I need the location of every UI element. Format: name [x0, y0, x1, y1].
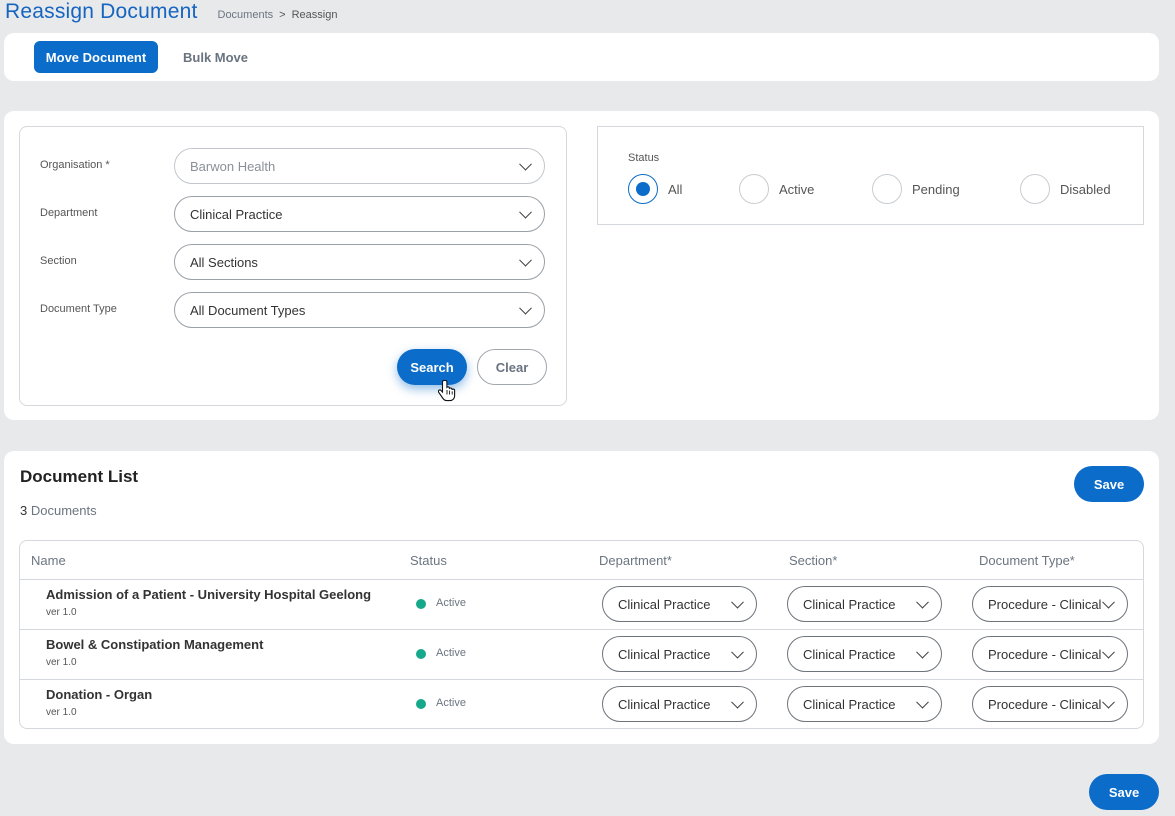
search-button[interactable]: Search: [397, 349, 467, 385]
hand-pointer-cursor-icon: [438, 379, 456, 402]
row-section-select[interactable]: Clinical Practice: [787, 686, 942, 722]
document-version: ver 1.0: [46, 707, 77, 718]
tab-move-document[interactable]: Move Document: [34, 41, 158, 73]
radio-button[interactable]: [1020, 174, 1050, 204]
status-option-label: Disabled: [1060, 181, 1111, 197]
filter-card: Organisation * Barwon Health Department …: [4, 111, 1159, 420]
column-header-department: Department*: [599, 553, 672, 568]
row-section-select[interactable]: Clinical Practice: [787, 636, 942, 672]
department-label: Department: [40, 207, 98, 219]
chevron-down-icon: [1102, 645, 1115, 659]
column-header-section: Section*: [789, 553, 838, 568]
page-header: Reassign Document Documents > Reassign: [5, 0, 337, 26]
table-row: Admission of a Patient - University Hosp…: [20, 579, 1143, 629]
row-section-value: Clinical Practice: [803, 596, 896, 612]
row-document-type-value: Procedure - Clinical: [988, 596, 1102, 612]
breadcrumb-current: Reassign: [291, 9, 338, 21]
radio-button[interactable]: [739, 174, 769, 204]
document-type-value: All Document Types: [190, 302, 306, 318]
status-dot-icon: [416, 649, 426, 659]
organisation-select[interactable]: Barwon Health: [174, 148, 545, 184]
row-document-type-select[interactable]: Procedure - Clinical: [972, 586, 1128, 622]
chevron-down-icon: [519, 253, 532, 267]
document-name: Bowel & Constipation Management: [46, 637, 264, 652]
document-version: ver 1.0: [46, 657, 77, 668]
table-row: Donation - Organ ver 1.0 Active Clinical…: [20, 679, 1143, 729]
breadcrumb-separator: >: [279, 9, 286, 21]
section-label: Section: [40, 255, 77, 267]
status-option-disabled[interactable]: Disabled: [1020, 174, 1111, 204]
column-header-name: Name: [31, 553, 66, 568]
table-row: Bowel & Constipation Management ver 1.0 …: [20, 629, 1143, 679]
row-department-value: Clinical Practice: [618, 696, 711, 712]
chevron-down-icon: [731, 645, 744, 659]
row-document-type-value: Procedure - Clinical: [988, 646, 1102, 662]
clear-button[interactable]: Clear: [477, 349, 547, 385]
row-department-select[interactable]: Clinical Practice: [602, 586, 757, 622]
document-list-card: Document List 3 Documents Save Name Stat…: [4, 451, 1159, 744]
save-button-top[interactable]: Save: [1074, 466, 1144, 502]
row-section-value: Clinical Practice: [803, 696, 896, 712]
row-department-select[interactable]: Clinical Practice: [602, 686, 757, 722]
document-count-suffix: Documents: [30, 503, 97, 518]
status-filter: Status All Active Pending Disabled: [597, 126, 1144, 225]
row-document-type-value: Procedure - Clinical: [988, 696, 1102, 712]
tab-bulk-move[interactable]: Bulk Move: [173, 41, 258, 73]
status-option-active[interactable]: Active: [739, 174, 814, 204]
breadcrumb-documents-link[interactable]: Documents: [218, 9, 274, 21]
chevron-down-icon: [916, 695, 929, 709]
chevron-down-icon: [916, 645, 929, 659]
section-value: All Sections: [190, 254, 258, 270]
column-header-status: Status: [410, 553, 447, 568]
department-value: Clinical Practice: [190, 206, 283, 222]
document-table: Name Status Department* Section* Documen…: [19, 540, 1144, 729]
radio-button-checked[interactable]: [628, 174, 658, 204]
chevron-down-icon: [916, 595, 929, 609]
save-button-bottom[interactable]: Save: [1089, 774, 1159, 810]
department-select[interactable]: Clinical Practice: [174, 196, 545, 232]
row-section-select[interactable]: Clinical Practice: [787, 586, 942, 622]
chevron-down-icon: [1102, 695, 1115, 709]
status-text: Active: [436, 597, 466, 609]
radio-button[interactable]: [872, 174, 902, 204]
status-option-all[interactable]: All: [628, 174, 682, 204]
row-document-type-select[interactable]: Procedure - Clinical: [972, 686, 1128, 722]
document-name: Admission of a Patient - University Hosp…: [46, 587, 372, 602]
filter-form: Organisation * Barwon Health Department …: [19, 126, 567, 406]
status-option-pending[interactable]: Pending: [872, 174, 960, 204]
column-header-document-type: Document Type*: [979, 553, 1075, 568]
chevron-down-icon: [519, 301, 532, 315]
breadcrumb: Documents > Reassign: [218, 9, 338, 21]
document-count-number: 3: [20, 503, 28, 518]
status-filter-label: Status: [628, 152, 660, 164]
chevron-down-icon: [731, 695, 744, 709]
status-option-label: Pending: [912, 181, 960, 197]
status-dot-icon: [416, 599, 426, 609]
organisation-value: Barwon Health: [190, 158, 276, 174]
chevron-down-icon: [519, 157, 532, 171]
chevron-down-icon: [1102, 595, 1115, 609]
chevron-down-icon: [731, 595, 744, 609]
row-document-type-select[interactable]: Procedure - Clinical: [972, 636, 1128, 672]
status-text: Active: [436, 697, 466, 709]
document-name: Donation - Organ: [46, 687, 153, 702]
status-text: Active: [436, 647, 466, 659]
row-section-value: Clinical Practice: [803, 646, 896, 662]
status-dot-icon: [416, 699, 426, 709]
row-department-select[interactable]: Clinical Practice: [602, 636, 757, 672]
row-department-value: Clinical Practice: [618, 596, 711, 612]
status-option-label: All: [668, 181, 683, 197]
page-title: Reassign Document: [5, 0, 198, 23]
document-count: 3 Documents: [20, 503, 97, 518]
document-type-select[interactable]: All Document Types: [174, 292, 545, 328]
status-option-label: Active: [779, 181, 815, 197]
section-select[interactable]: All Sections: [174, 244, 545, 280]
document-type-label: Document Type: [40, 303, 117, 315]
organisation-label: Organisation *: [40, 159, 110, 171]
tabs-card: Move Document Bulk Move: [4, 33, 1159, 81]
document-version: ver 1.0: [46, 607, 77, 618]
row-department-value: Clinical Practice: [618, 646, 711, 662]
chevron-down-icon: [519, 205, 532, 219]
document-list-title: Document List: [20, 467, 139, 486]
